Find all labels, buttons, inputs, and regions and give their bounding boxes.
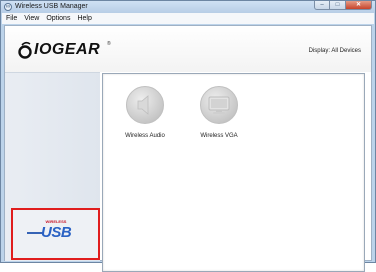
iogear-logo: IOGEAR ® (17, 41, 117, 59)
app-window: ∞ Wireless USB Manager – □ ✕ File View O… (0, 0, 376, 272)
iogear-logo-icon (18, 41, 32, 59)
window-title: Wireless USB Manager (15, 3, 88, 10)
display-filter[interactable]: Display: All Devices (309, 47, 361, 55)
device-circle (200, 86, 238, 124)
wireless-usb-logo-highlight[interactable]: WIRELESS USB (11, 208, 100, 260)
header-banner: IOGEAR ® Display: All Devices (5, 26, 371, 72)
menu-help[interactable]: Help (73, 13, 94, 24)
window-controls: – □ ✕ (314, 1, 372, 11)
device-label: Wireless VGA (200, 133, 238, 139)
brand-name: IOGEAR (34, 41, 101, 58)
device-label: Wireless Audio (125, 133, 165, 139)
trademark-mark: ® (107, 41, 111, 47)
menu-options[interactable]: Options (42, 13, 73, 24)
menu-bar: File View Options Help (2, 13, 374, 24)
device-wireless-vga[interactable]: Wireless VGA (191, 86, 247, 142)
client-area: IOGEAR ® Display: All Devices Wireless A… (4, 25, 372, 272)
speaker-icon (137, 95, 149, 115)
device-circle (126, 86, 164, 124)
device-panel: Wireless Audio Wireless VGA (102, 73, 365, 272)
menu-view[interactable]: View (20, 13, 42, 24)
wireless-usb-logo: WIRELESS USB (27, 219, 83, 249)
minimize-button[interactable]: – (314, 1, 330, 10)
monitor-icon (208, 96, 230, 114)
title-bar[interactable]: ∞ Wireless USB Manager – □ ✕ (1, 1, 375, 13)
maximize-button[interactable]: □ (330, 1, 346, 10)
device-wireless-audio[interactable]: Wireless Audio (117, 86, 173, 142)
usb-logo-text: USB (41, 224, 72, 241)
menu-file[interactable]: File (2, 13, 20, 24)
close-button[interactable]: ✕ (346, 1, 372, 10)
app-icon[interactable]: ∞ (4, 3, 12, 11)
